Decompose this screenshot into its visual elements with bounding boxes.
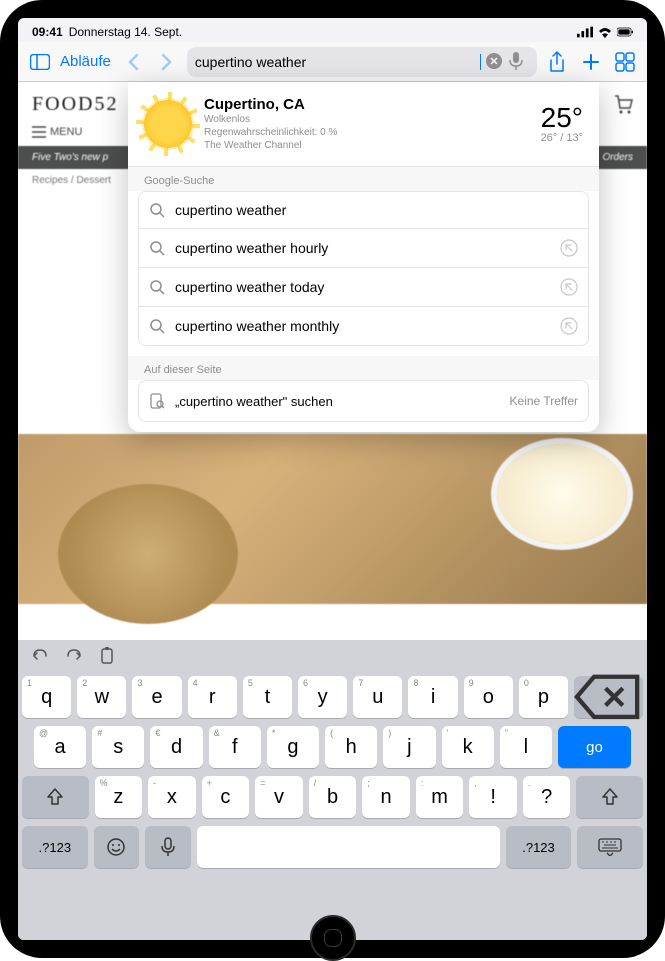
site-logo[interactable]: FOOD52 bbox=[32, 93, 118, 116]
key-c[interactable]: +c bbox=[202, 776, 250, 818]
key-a[interactable]: @a bbox=[34, 726, 86, 768]
paste-icon[interactable] bbox=[98, 646, 118, 666]
key-u[interactable]: 7u bbox=[353, 676, 402, 718]
key-w[interactable]: 2w bbox=[77, 676, 126, 718]
status-date: Donnerstag 14. Sept. bbox=[69, 25, 182, 39]
home-button[interactable] bbox=[310, 915, 356, 961]
share-button[interactable] bbox=[543, 48, 571, 76]
key-n[interactable]: ;n bbox=[362, 776, 410, 818]
find-on-page-result: Keine Treffer bbox=[510, 394, 578, 408]
key-b[interactable]: /b bbox=[309, 776, 357, 818]
address-bar[interactable]: cupertino weather bbox=[187, 47, 537, 77]
find-on-page-row[interactable]: „cupertino weather" suchen Keine Treffer bbox=[139, 381, 588, 421]
suggestion-row[interactable]: cupertino weather hourly bbox=[139, 229, 588, 268]
tabs-button[interactable] bbox=[611, 48, 639, 76]
onpage-section-label: Auf dieser Seite bbox=[128, 356, 599, 380]
key-v[interactable]: =v bbox=[255, 776, 303, 818]
key-d[interactable]: €d bbox=[150, 726, 202, 768]
shift-key-right[interactable] bbox=[576, 776, 643, 818]
search-icon bbox=[149, 279, 165, 295]
suggestion-row[interactable]: cupertino weather today bbox=[139, 268, 588, 307]
hide-keyboard-key[interactable] bbox=[577, 826, 643, 868]
suggestion-row[interactable]: cupertino weather bbox=[139, 192, 588, 229]
key-y[interactable]: 6y bbox=[298, 676, 347, 718]
go-key[interactable]: go bbox=[558, 726, 631, 768]
backspace-key[interactable] bbox=[574, 676, 643, 718]
weather-hilo: 26° / 13° bbox=[541, 132, 583, 144]
key-g[interactable]: *g bbox=[267, 726, 319, 768]
status-time: 09:41 bbox=[32, 25, 63, 39]
weather-condition: Wolkenlos bbox=[204, 113, 541, 126]
undo-icon[interactable] bbox=[30, 646, 50, 666]
key-s[interactable]: #s bbox=[92, 726, 144, 768]
weather-card[interactable]: Cupertino, CA Wolkenlos Regenwahrscheinl… bbox=[128, 82, 599, 167]
signal-icon bbox=[577, 26, 593, 38]
hero-image bbox=[18, 434, 647, 604]
new-tab-button[interactable] bbox=[577, 48, 605, 76]
dictation-key[interactable] bbox=[145, 826, 190, 868]
key-p[interactable]: 0p bbox=[519, 676, 568, 718]
key-t[interactable]: 5t bbox=[243, 676, 292, 718]
key-![interactable]: ,! bbox=[469, 776, 517, 818]
weather-location: Cupertino, CA bbox=[204, 96, 541, 113]
sidebar-toggle-icon[interactable] bbox=[26, 48, 54, 76]
battery-icon bbox=[617, 26, 633, 38]
search-input[interactable]: cupertino weather bbox=[195, 54, 480, 70]
weather-rain: Regenwahrscheinlichkeit: 0 % bbox=[204, 126, 541, 139]
redo-icon[interactable] bbox=[64, 646, 84, 666]
find-icon bbox=[149, 393, 165, 409]
suggestion-text: cupertino weather hourly bbox=[175, 240, 550, 256]
key-h[interactable]: (h bbox=[325, 726, 377, 768]
key-k[interactable]: 'k bbox=[442, 726, 494, 768]
shift-key-left[interactable] bbox=[22, 776, 89, 818]
key-j[interactable]: )j bbox=[383, 726, 435, 768]
key-r[interactable]: 4r bbox=[188, 676, 237, 718]
numbers-key-right[interactable]: .?123 bbox=[506, 826, 572, 868]
on-screen-keyboard: 1q2w3e4r5t6y7u8i9o0p @a#s€d&f*g(h)j'k"lg… bbox=[18, 640, 647, 940]
wifi-icon bbox=[597, 26, 613, 38]
sidebar-label[interactable]: Abläufe bbox=[60, 53, 111, 70]
search-icon bbox=[149, 318, 165, 334]
emoji-key[interactable] bbox=[94, 826, 139, 868]
key-q[interactable]: 1q bbox=[22, 676, 71, 718]
key-?[interactable]: .? bbox=[523, 776, 571, 818]
suggestion-row[interactable]: cupertino weather monthly bbox=[139, 307, 588, 345]
suggestion-text: cupertino weather monthly bbox=[175, 318, 550, 334]
forward-button[interactable] bbox=[153, 48, 181, 76]
clear-icon[interactable] bbox=[485, 52, 505, 72]
search-icon bbox=[149, 202, 165, 218]
status-bar: 09:41 Donnerstag 14. Sept. bbox=[18, 18, 647, 42]
fill-arrow-icon[interactable] bbox=[560, 278, 578, 296]
key-l[interactable]: "l bbox=[500, 726, 552, 768]
key-i[interactable]: 8i bbox=[408, 676, 457, 718]
key-z[interactable]: %z bbox=[95, 776, 143, 818]
fill-arrow-icon[interactable] bbox=[560, 239, 578, 257]
key-x[interactable]: -x bbox=[148, 776, 196, 818]
find-on-page-label: „cupertino weather" suchen bbox=[175, 394, 500, 409]
suggestion-text: cupertino weather today bbox=[175, 279, 550, 295]
weather-temp: 25° bbox=[541, 104, 583, 132]
space-key[interactable] bbox=[197, 826, 500, 868]
cart-icon[interactable] bbox=[613, 94, 633, 114]
search-icon bbox=[149, 240, 165, 256]
key-o[interactable]: 9o bbox=[464, 676, 513, 718]
sun-icon bbox=[144, 100, 192, 148]
key-f[interactable]: &f bbox=[209, 726, 261, 768]
back-button[interactable] bbox=[119, 48, 147, 76]
google-section-label: Google-Suche bbox=[128, 167, 599, 191]
fill-arrow-icon[interactable] bbox=[560, 317, 578, 335]
browser-toolbar: Abläufe cupertino weather bbox=[18, 42, 647, 82]
weather-source: The Weather Channel bbox=[204, 139, 541, 152]
search-suggestions-panel: Cupertino, CA Wolkenlos Regenwahrscheinl… bbox=[128, 82, 599, 432]
numbers-key-left[interactable]: .?123 bbox=[22, 826, 88, 868]
suggestion-text: cupertino weather bbox=[175, 202, 578, 218]
microphone-icon[interactable] bbox=[509, 52, 529, 72]
key-m[interactable]: :m bbox=[416, 776, 464, 818]
key-e[interactable]: 3e bbox=[132, 676, 181, 718]
